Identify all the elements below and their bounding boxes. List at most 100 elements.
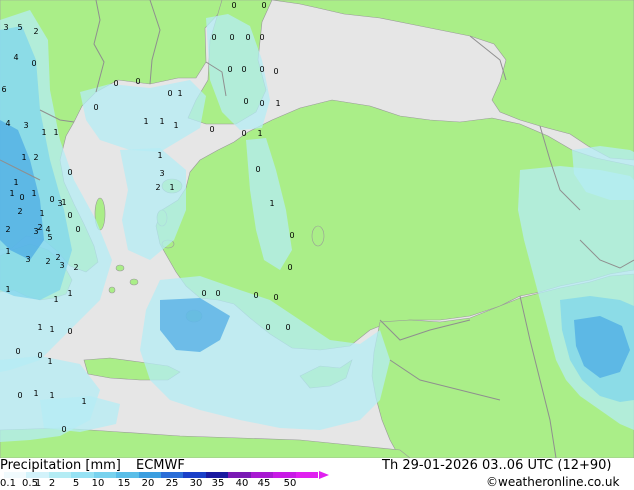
legend-tick-label: 1	[34, 478, 42, 489]
legend-tick-label: 25	[165, 478, 179, 489]
precip-amount-label: 0	[241, 129, 246, 138]
precip-amount-label: 1	[13, 178, 18, 187]
precip-amount-label: 0	[229, 33, 234, 42]
precip-amount-label: 3	[57, 199, 62, 208]
precip-amount-label: 0	[201, 289, 206, 298]
precip-amount-label: 0	[15, 347, 20, 356]
precip-amount-label: 3	[3, 23, 8, 32]
precip-amount-label: 1	[41, 128, 46, 137]
legend-arrow	[318, 471, 329, 479]
precip-amount-label: 2	[45, 257, 50, 266]
precip-amount-label: 5	[47, 233, 52, 242]
precip-amount-label: 0	[19, 193, 24, 202]
legend-tick-label: 5	[72, 478, 80, 489]
precip-amount-label: 0	[67, 211, 72, 220]
precip-amount-label: 0	[135, 77, 140, 86]
precip-amount-label: 1	[269, 199, 274, 208]
precip-amount-label: 1	[257, 129, 262, 138]
valid-time: Th 29-01-2026 03..06 UTC (12+90)	[382, 458, 612, 473]
precip-amount-label: 0	[49, 195, 54, 204]
precip-amount-label: 0	[215, 289, 220, 298]
precip-amount-label: 0	[285, 323, 290, 332]
precip-amount-label: 0	[67, 168, 72, 177]
precip-amount-label: 1	[37, 323, 42, 332]
legend-tick-label: 15	[117, 478, 131, 489]
precip-amount-label: 0	[261, 1, 266, 10]
precip-amount-label: 0	[259, 33, 264, 42]
precip-amount-label: 1	[49, 325, 54, 334]
precip-amount-label: 1	[81, 397, 86, 406]
precip-amount-label: 0	[31, 59, 36, 68]
precip-amount-label: 1	[31, 189, 36, 198]
precip-amount-label: 1	[159, 117, 164, 126]
precip-amount-label: 1	[177, 89, 182, 98]
land-cyclades-a	[115, 264, 125, 272]
precip-amount-label: 1	[9, 189, 14, 198]
precip-amount-label: 1	[157, 151, 162, 160]
precip-amount-label: 3	[59, 261, 64, 270]
precip-amount-label: 1	[173, 121, 178, 130]
map-footer: Precipitation [mm] ECMWF Th 29-01-2026 0…	[0, 458, 634, 490]
precip-amount-label: 0	[167, 89, 172, 98]
legend-tick-label: 35	[211, 478, 225, 489]
land-cyclades-b	[129, 278, 139, 286]
precip-amount-label: 0	[255, 165, 260, 174]
precip-amount-label: 0	[273, 293, 278, 302]
precip-amount-label: 1	[47, 357, 52, 366]
precip-amount-label: 1	[33, 389, 38, 398]
precip-amount-label: 4	[5, 119, 10, 128]
precip-amount-label: 0	[253, 291, 258, 300]
precip-amount-label: 1	[53, 295, 58, 304]
precip-amount-label: 1	[67, 289, 72, 298]
precip-amount-label: 1	[39, 209, 44, 218]
map-canvas: 3 54634201 11 21011 0 0 11 0222 4305321233 21111 1…	[0, 0, 634, 458]
precip-amount-label: 0	[245, 33, 250, 42]
precip-amount-label: 3	[159, 169, 164, 178]
legend-tick-label: 20	[141, 478, 155, 489]
precip-amount-label: 1	[5, 285, 10, 294]
legend-tick-label: 50	[283, 478, 297, 489]
precip-amount-label: 2	[73, 263, 78, 272]
precip-amount-label: 0	[241, 65, 246, 74]
precip-amount-label: 0	[259, 65, 264, 74]
credit-link[interactable]: ©weatheronline.co.uk	[486, 475, 619, 489]
precip-amount-label: 6	[1, 85, 6, 94]
precip-amount-label: 0	[227, 65, 232, 74]
precip-amount-label: 3	[33, 227, 38, 236]
precip-amount-label: 0	[61, 425, 66, 434]
precip-amount-label: 2	[33, 153, 38, 162]
precip-amount-label: 2	[17, 207, 22, 216]
precip-amount-label: 0	[289, 231, 294, 240]
precip-amount-label: 1	[169, 183, 174, 192]
precip-amount-label: 1	[5, 247, 10, 256]
legend-tick-label: 45	[257, 478, 271, 489]
precip-amount-label: 0	[67, 327, 72, 336]
legend-tick-label: 2	[48, 478, 56, 489]
legend-tick-label: 40	[235, 478, 249, 489]
precip-amount-label: 0	[273, 67, 278, 76]
model-name: ECMWF	[136, 458, 185, 473]
precip-amount-label: 1	[275, 99, 280, 108]
precip-amount-label: 1	[49, 391, 54, 400]
precip-amount-label: 0	[231, 1, 236, 10]
precip-amount-label: 0	[75, 225, 80, 234]
legend-tick-label: 0.1	[0, 478, 16, 489]
precip-amount-label: 3	[23, 121, 28, 130]
precip-amount-label: 3	[25, 255, 30, 264]
legend-tick-label: 30	[189, 478, 203, 489]
precip-amount-label: 1	[21, 153, 26, 162]
precipitation-map: 3546342011121011001102224305321233211111…	[0, 0, 634, 458]
precip-amount-label: 2	[5, 225, 10, 234]
precip-amount-label: 4	[13, 53, 18, 62]
precip-amount-label: 0	[259, 99, 264, 108]
precip-amount-label: 0	[209, 125, 214, 134]
precip-amount-label: 0	[113, 79, 118, 88]
precip-amount-label: 2	[155, 183, 160, 192]
precip-amount-label: 1	[53, 128, 58, 137]
land-cyclades-c	[108, 286, 116, 294]
map-title: Precipitation [mm]	[0, 458, 121, 473]
precip-amount-label: 0	[243, 97, 248, 106]
land-tuz-lake	[311, 225, 325, 247]
precip-amount-label: 0	[17, 391, 22, 400]
precip-amount-label: 1	[143, 117, 148, 126]
